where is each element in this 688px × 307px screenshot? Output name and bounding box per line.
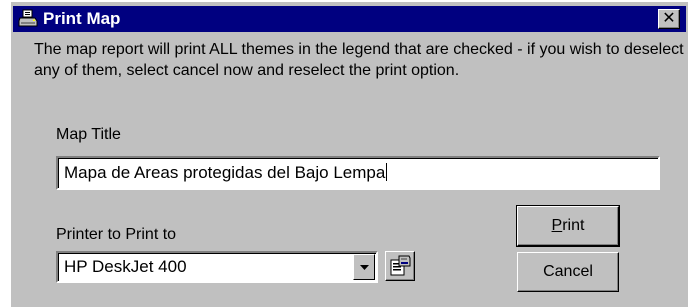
printer-select[interactable]: HP DeskJet 400 — [56, 251, 378, 283]
printer-label: Printer to Print to — [56, 226, 177, 243]
chevron-down-icon — [360, 265, 369, 270]
printer-properties-button[interactable] — [385, 251, 415, 281]
cancel-button-label: Cancel — [543, 263, 593, 280]
print-button-label: rint — [562, 217, 585, 234]
cancel-button[interactable]: Cancel — [517, 252, 619, 292]
print-button[interactable]: Print — [516, 205, 620, 247]
text-caret — [386, 163, 388, 181]
map-title-input[interactable]: Mapa de Areas protegidas del Bajo Lempa — [56, 156, 660, 190]
close-button[interactable]: ✕ — [658, 9, 680, 29]
print-button-mnemonic: P — [551, 217, 563, 234]
printer-dropdown-button[interactable] — [353, 254, 375, 280]
print-map-dialog: Print Map ✕ The map report will print AL… — [9, 0, 688, 307]
printer-properties-icon — [390, 255, 411, 276]
close-icon: ✕ — [662, 10, 676, 27]
printer-icon — [18, 9, 38, 29]
map-title-value: Mapa de Areas protegidas del Bajo Lempa — [64, 163, 386, 182]
printer-selected-value: HP DeskJet 400 — [64, 257, 187, 276]
instruction-message: The map report will print ALL themes in … — [34, 41, 684, 79]
title-bar[interactable]: Print Map ✕ — [13, 6, 686, 32]
map-title-label: Map Title — [56, 126, 121, 143]
window-title: Print Map — [43, 9, 121, 28]
